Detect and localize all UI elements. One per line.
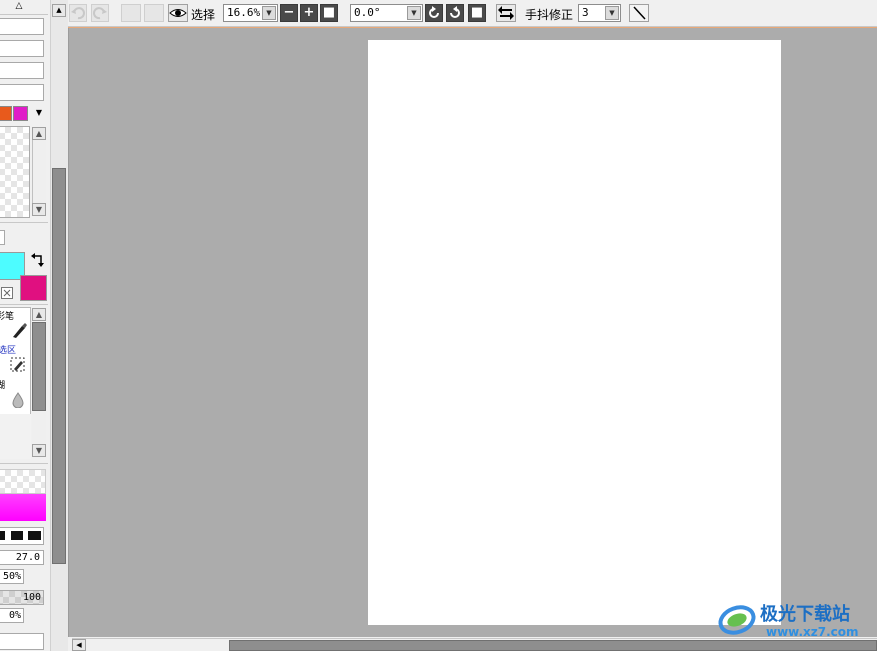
straight-line-icon[interactable]: [629, 4, 649, 22]
divider: [0, 463, 48, 464]
water-drop-icon: [12, 392, 24, 409]
stabilizer-value: 3: [582, 6, 589, 19]
zoom-in-button[interactable]: +: [300, 4, 318, 22]
stabilizer-dropdown-icon[interactable]: ▼: [605, 6, 619, 20]
min-density-field[interactable]: 0%: [0, 608, 24, 623]
tool-item-pen[interactable]: 彩笔: [0, 309, 30, 339]
watermark-url: www.xz7.com: [766, 625, 859, 639]
tool-item-selection[interactable]: 选区: [0, 343, 30, 375]
transparent-color-icon[interactable]: [1, 287, 13, 299]
selection-pen-icon: [10, 357, 26, 373]
palette-swatch-magenta[interactable]: [13, 106, 28, 121]
rotate-cw-button[interactable]: [446, 4, 464, 22]
param-field-4[interactable]: [0, 84, 44, 101]
zoom-out-button[interactable]: −: [280, 4, 298, 22]
toolbar: 选择 16.6% ▼ − + ■ 0.0° ▼ ■ 手抖修正 3 ▼: [68, 0, 877, 27]
redo-icon[interactable]: [91, 4, 109, 22]
swatch-scroll-up[interactable]: ▲: [32, 127, 46, 140]
gradient-preview: [0, 494, 46, 521]
swatch-scroll-track[interactable]: [32, 140, 46, 203]
flip-horizontal-icon[interactable]: [496, 4, 516, 22]
rotate-ccw-button[interactable]: [425, 4, 443, 22]
horizontal-scroll-track[interactable]: [87, 640, 229, 651]
color-mode-box[interactable]: [0, 230, 5, 245]
param-field-3[interactable]: [0, 62, 44, 79]
tool-panel: △ ▼ ▲ ▼ 彩笔 选区 糊 ▲ ▼ 27.0 50% 100 0%: [0, 0, 48, 651]
palette-swatch-orange[interactable]: [0, 106, 12, 121]
secondary-color-swatch[interactable]: [20, 275, 47, 301]
left-scroll-thumb[interactable]: [52, 168, 66, 564]
stabilizer-label: 手抖修正: [525, 8, 574, 22]
divider: [0, 304, 48, 305]
divider: [0, 222, 48, 223]
param-field-2[interactable]: [0, 40, 44, 57]
drawing-canvas[interactable]: [368, 40, 781, 625]
palette-dropdown-icon[interactable]: ▼: [34, 108, 44, 118]
density-field[interactable]: 50%: [0, 569, 24, 584]
rotation-reset-button[interactable]: ■: [468, 4, 486, 22]
brush-size-field[interactable]: 27.0: [0, 550, 44, 565]
zoom-reset-button[interactable]: ■: [320, 4, 338, 22]
undo-icon[interactable]: [69, 4, 87, 22]
divider: [0, 14, 48, 15]
max-size-slider[interactable]: 100: [0, 590, 44, 605]
brush-size-value: 27.0: [15, 552, 40, 563]
tool-scroll-up[interactable]: ▲: [32, 308, 46, 321]
brush-shape-round-icon[interactable]: [0, 531, 5, 540]
watermark-brand: 极光下载站: [760, 604, 850, 625]
left-panel-scrollbar[interactable]: ▲: [50, 0, 68, 651]
watermark: 极光下载站 www.xz7.com: [716, 596, 876, 644]
zoom-value: 16.6%: [227, 6, 261, 19]
tool-scroll-down[interactable]: ▼: [32, 444, 46, 457]
tool-item-blur[interactable]: 糊: [0, 378, 30, 410]
max-size-value: 100: [22, 592, 41, 603]
watermark-logo-icon: [716, 598, 758, 640]
tool-scroll-track[interactable]: [32, 412, 46, 443]
scroll-up-icon[interactable]: ▲: [52, 4, 66, 17]
brush-texture-preview[interactable]: [0, 469, 46, 494]
rotation-value: 0.0°: [354, 6, 381, 19]
tool-item-label: 糊: [0, 381, 6, 391]
rotation-dropdown-icon[interactable]: ▼: [407, 6, 421, 20]
clear-selection-icon[interactable]: [144, 4, 164, 22]
tool-scroll-thumb[interactable]: [32, 322, 46, 411]
swatch-preview: [0, 126, 30, 218]
density-value: 50%: [2, 571, 21, 582]
brush-shape-square-icon[interactable]: [11, 531, 23, 540]
swap-colors-icon[interactable]: [30, 253, 46, 269]
selection-label: 选择: [191, 8, 216, 22]
zoom-dropdown-icon[interactable]: ▼: [262, 6, 276, 20]
scroll-left-icon[interactable]: ◀: [72, 639, 86, 651]
pen-icon: [10, 321, 28, 339]
tool-item-label: 选区: [0, 346, 17, 356]
deselect-icon[interactable]: [121, 4, 141, 22]
brush-shape-flat-icon[interactable]: [28, 531, 41, 540]
eye-icon[interactable]: [168, 4, 188, 22]
tool-list-empty: [0, 414, 31, 459]
min-density-value: 0%: [8, 610, 21, 621]
collapse-arrow-icon[interactable]: △: [12, 1, 26, 11]
param-field-1[interactable]: [0, 18, 44, 35]
swatch-scroll-down[interactable]: ▼: [32, 203, 46, 216]
option-field[interactable]: [0, 633, 44, 650]
